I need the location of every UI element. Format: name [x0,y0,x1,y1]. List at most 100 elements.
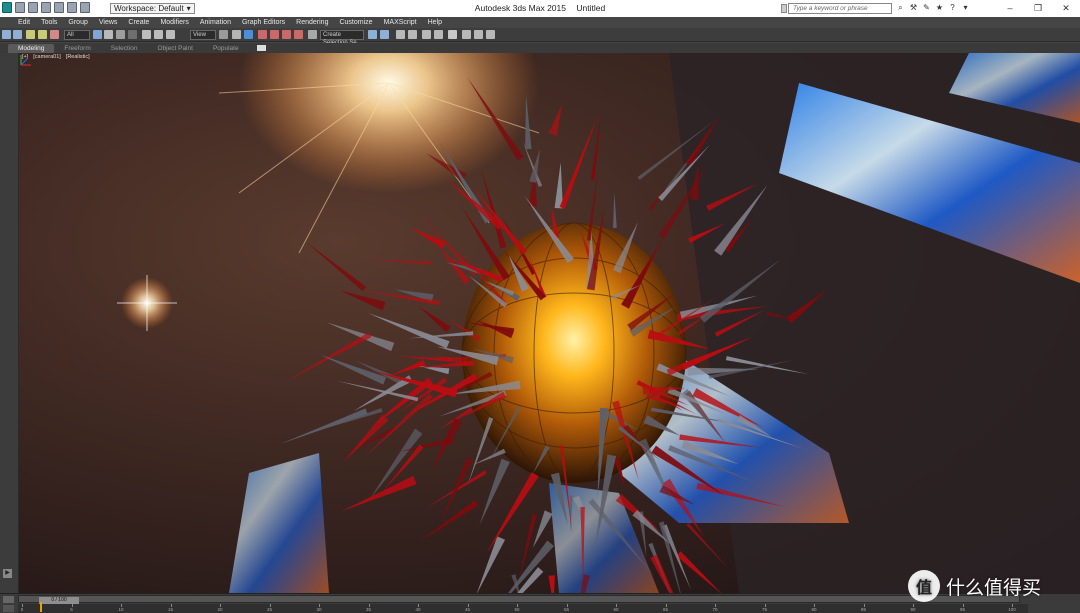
material-editor-icon[interactable] [448,30,457,39]
menu-graph-editors[interactable]: Graph Editors [242,17,285,28]
project-folder-icon[interactable] [80,2,90,13]
ruler-tick-label: 45 [464,607,471,612]
workspace-dropdown[interactable]: Workspace: Default ▾ [110,3,195,14]
ribbon-minimize-icon[interactable] [256,45,266,51]
edit-named-selection-icon[interactable] [308,30,317,39]
menu-group[interactable]: Group [68,17,87,28]
help-dropdown-icon[interactable]: ▾ [961,3,970,13]
bind-to-space-warp-icon[interactable] [50,30,59,39]
binoculars-icon[interactable]: ⌕ [896,3,905,13]
menu-animation[interactable]: Animation [200,17,231,28]
menu-views[interactable]: Views [99,17,118,28]
ruler-tick-label: 60 [613,607,619,612]
menu-customize[interactable]: Customize [339,17,372,28]
menu-rendering[interactable]: Rendering [296,17,328,28]
time-slider-thumb[interactable]: 0 / 100 [39,597,79,604]
snaps-toggle-icon[interactable] [258,30,267,39]
selection-filter-dropdown[interactable]: All [64,30,90,40]
render-setup-icon[interactable] [462,30,471,39]
window-crossing-icon[interactable] [128,30,137,39]
viewport-shading-menu[interactable]: [Realistic] [65,54,91,60]
infocenter-toolbar: ⌕ ⚒ ✎ ★ ? ▾ [896,3,970,13]
title-bar: Workspace: Default ▾ Autodesk 3ds Max 20… [0,0,1080,17]
ruler-tick-label: 55 [563,607,570,612]
menu-tools[interactable]: Tools [41,17,57,28]
play-arrow-icon[interactable]: ▶ [3,569,12,578]
select-and-manipulate-icon[interactable] [232,30,241,39]
unlink-icon[interactable] [38,30,47,39]
track-bar-icon[interactable] [3,605,14,612]
new-file-icon[interactable] [15,2,25,13]
ruler-tick-label: 40 [415,607,421,612]
align-icon[interactable] [380,30,389,39]
select-by-name-icon[interactable] [104,30,113,39]
tab-object-paint[interactable]: Object Paint [148,44,203,53]
app-menu-icon[interactable] [2,2,12,13]
search-input[interactable]: Type a keyword or phrase [788,3,892,14]
rectangular-selection-icon[interactable] [116,30,125,39]
watermark-text: 什么值得买 [946,577,1042,599]
menu-bar: Edit Tools Group Views Create Modifiers … [0,17,1080,28]
tab-populate[interactable]: Populate [203,44,249,53]
redo-icon[interactable] [67,2,77,13]
select-and-link-icon[interactable] [26,30,35,39]
angle-snap-icon[interactable] [270,30,279,39]
named-selection-dropdown[interactable]: Create Selection Se [320,30,364,46]
menu-modifiers[interactable]: Modifiers [160,17,188,28]
keyboard-shortcut-toggle-icon[interactable] [244,30,253,39]
reference-coordinate-dropdown[interactable]: View [190,30,216,40]
tab-modeling[interactable]: Modeling [8,44,55,53]
communication-icon[interactable]: ✎ [922,3,931,13]
window-controls: – ❐ ✕ [996,0,1080,17]
watermark: 值 什么值得买 [908,570,1041,602]
quick-access-toolbar [2,2,90,13]
save-file-icon[interactable] [41,2,51,13]
open-file-icon[interactable] [28,2,38,13]
layer-manager-icon[interactable] [396,30,405,39]
spinner-snap-icon[interactable] [294,30,303,39]
app-name: Autodesk 3ds Max 2015 [474,3,566,13]
ruler-tick-label: 70 [712,607,718,612]
menu-create[interactable]: Create [128,17,149,28]
playhead-marker[interactable] [40,602,42,612]
curve-editor-icon[interactable] [422,30,431,39]
menu-edit[interactable]: Edit [18,17,30,28]
rotate-icon[interactable] [154,30,163,39]
ruler-tick-label: 80 [811,607,817,612]
scale-icon[interactable] [166,30,175,39]
graphite-toggle-icon[interactable] [408,30,417,39]
ruler-tick-label: 75 [761,607,768,612]
pivot-center-icon[interactable] [219,30,228,39]
ruler-tick-label: 0 [20,607,24,612]
close-button[interactable]: ✕ [1052,0,1080,17]
open-mini-curve-editor-icon[interactable] [3,596,14,603]
track-bar-ruler[interactable]: 0 5 10 15 20 25 30 35 40 45 50 55 60 65 70 75 80 85 90 95 10… [18,604,1028,613]
ruler-tick-label: 30 [316,607,322,612]
favorites-icon[interactable]: ★ [935,3,944,13]
percent-snap-icon[interactable] [282,30,291,39]
move-icon[interactable] [142,30,151,39]
camera-viewport[interactable]: [+] [camera01] [Realistic] [19,53,1080,593]
tab-freeform[interactable]: Freeform [54,44,100,53]
help-icon[interactable]: ? [948,3,957,13]
time-slider-track[interactable]: 0 / 100 [18,595,1020,604]
ruler-tick-label: 15 [167,607,174,612]
restore-button[interactable]: ❐ [1024,0,1052,17]
ruler-tick-label: 100 [1008,607,1016,612]
render-production-icon[interactable] [486,30,495,39]
redo-icon[interactable] [13,30,22,39]
undo-icon[interactable] [54,2,64,13]
menu-maxscript[interactable]: MAXScript [384,17,417,28]
select-object-icon[interactable] [93,30,102,39]
rendered-frame-window-icon[interactable] [474,30,483,39]
undo-icon[interactable] [2,30,11,39]
minimize-button[interactable]: – [996,0,1024,17]
subscription-icon[interactable]: ⚒ [909,3,918,13]
viewport-camera-menu[interactable]: [camera01] [32,54,62,60]
menu-help[interactable]: Help [428,17,442,28]
mirror-icon[interactable] [368,30,377,39]
schematic-view-icon[interactable] [434,30,443,39]
search-expand-icon[interactable] [781,4,787,13]
ruler-tick-label: 65 [662,607,669,612]
tab-selection[interactable]: Selection [101,44,148,53]
